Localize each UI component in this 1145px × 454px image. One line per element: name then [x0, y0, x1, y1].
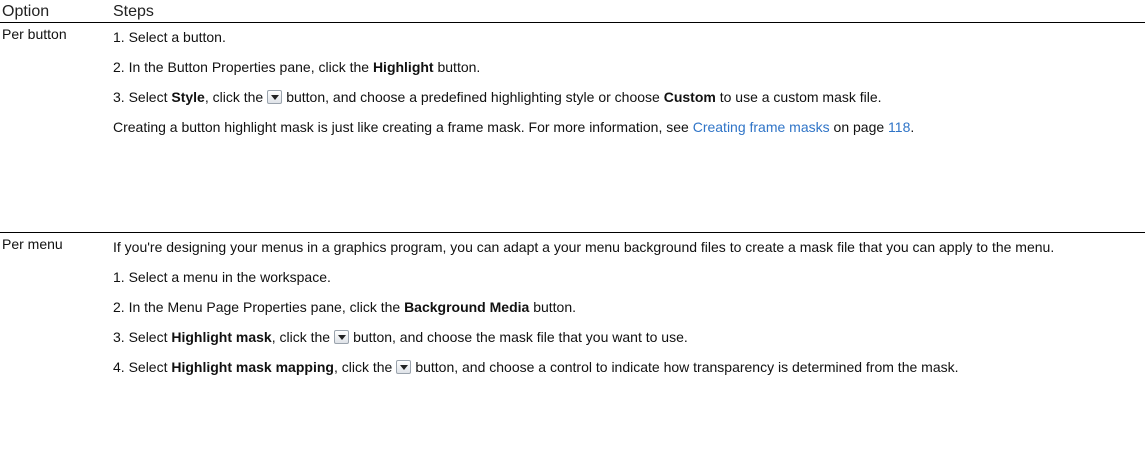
dropdown-arrow-button-icon [396, 360, 412, 374]
option-column-header: Option [2, 3, 50, 20]
step-3: 3. Select Style, click the button, and ch… [113, 89, 882, 105]
creating-frame-masks-link[interactable]: Creating frame masks [693, 119, 830, 135]
step-2: 2. In the Menu Page Properties pane, cli… [113, 299, 577, 315]
steps-cell: 1. Select a button. 2. In the Button Pro… [113, 23, 1145, 137]
dropdown-arrow-button-icon [267, 90, 283, 104]
note-paragraph: Creating a button highlight mask is just… [113, 119, 915, 135]
table-row-per-button: Per button 1. Select a button. 2. In the… [0, 23, 1145, 233]
steps-column-header: Steps [113, 3, 154, 20]
step-1: 1. Select a button. [113, 29, 226, 45]
option-label: Per button [2, 26, 67, 42]
step-2: 2. In the Button Properties pane, click … [113, 59, 481, 75]
options-table: Option Steps Per button 1. Select a butt… [0, 0, 1145, 454]
steps-cell: If you're designing your menus in a grap… [113, 233, 1145, 377]
page-118-link[interactable]: 118 [888, 119, 910, 135]
step-1: 1. Select a menu in the workspace. [113, 269, 331, 285]
option-label: Per menu [2, 236, 63, 252]
table-header: Option Steps [0, 0, 1145, 23]
step-3: 3. Select Highlight mask, click the butto… [113, 329, 688, 345]
intro-paragraph: If you're designing your menus in a grap… [113, 239, 1055, 255]
step-4: 4. Select Highlight mask mapping, click … [113, 359, 959, 375]
table-row-per-menu: Per menu If you're designing your menus … [0, 233, 1145, 454]
dropdown-arrow-button-icon [334, 330, 350, 344]
